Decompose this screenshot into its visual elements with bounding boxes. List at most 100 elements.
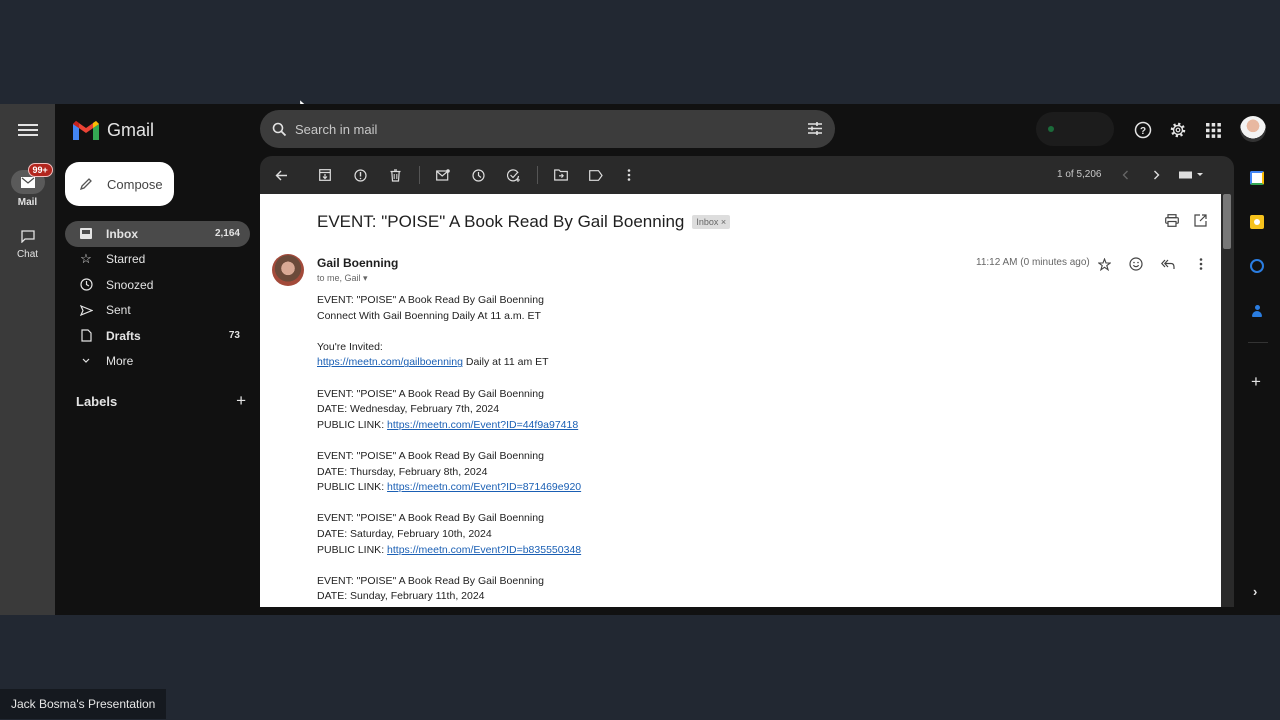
recipients-dropdown-icon[interactable]: ▾ <box>363 273 368 283</box>
event-block: EVENT: "POISE" A Book Read By Gail Boenn… <box>317 449 581 496</box>
event-block: EVENT: "POISE" A Book Read By Gail Boenn… <box>317 574 581 605</box>
expand-side-panel-icon[interactable]: › <box>1253 584 1257 599</box>
labels-section: Labels + <box>76 392 246 409</box>
gmail-logo[interactable]: Gmail <box>73 120 154 141</box>
add-label-icon[interactable]: + <box>236 392 246 409</box>
nav-label-more: More <box>106 354 134 369</box>
send-icon <box>79 304 93 316</box>
open-in-new-window-icon[interactable] <box>1194 214 1207 232</box>
rail-label-mail: Mail <box>17 197 38 208</box>
clock-icon <box>79 278 93 291</box>
mark-unread-icon[interactable] <box>435 167 451 183</box>
older-chevron-right-icon[interactable] <box>1148 167 1164 183</box>
compose-button[interactable]: Compose <box>65 162 174 206</box>
public-link-label: PUBLIC LINK: <box>317 418 388 431</box>
intro-paragraph: EVENT: "POISE" A Book Read By Gail Boenn… <box>317 293 581 324</box>
label-tag-icon[interactable] <box>588 167 604 183</box>
more-vert-icon[interactable] <box>621 167 637 183</box>
contacts-icon[interactable] <box>1250 304 1264 318</box>
search-options-icon[interactable] <box>807 121 823 136</box>
unread-badge: 99+ <box>27 163 53 177</box>
event-title: EVENT: "POISE" A Book Read By Gail Boenn… <box>317 449 544 462</box>
compose-label: Compose <box>107 176 163 192</box>
status-indicator[interactable] <box>1036 112 1114 146</box>
move-to-folder-icon[interactable] <box>553 167 569 183</box>
calendar-icon[interactable] <box>1250 171 1264 185</box>
get-addons-plus-icon[interactable]: + <box>1251 372 1261 392</box>
presentation-caption: Jack Bosma's Presentation <box>0 689 167 719</box>
newer-chevron-left-icon[interactable] <box>1117 167 1133 183</box>
app-name: Gmail <box>107 120 155 140</box>
message-view: EVENT: "POISE" A Book Read By Gail Boenn… <box>260 194 1221 607</box>
event-date: DATE: Saturday, February 10th, 2024 <box>317 527 492 540</box>
inbox-icon <box>80 228 92 240</box>
toolbar-divider <box>537 166 538 184</box>
drafts-count: 73 <box>228 330 240 342</box>
event-title: EVENT: "POISE" A Book Read By Gail Boenn… <box>317 574 544 587</box>
star-icon[interactable] <box>1096 256 1112 272</box>
reply-all-icon[interactable] <box>1160 256 1176 272</box>
snooze-clock-icon[interactable] <box>470 167 486 183</box>
inbox-label-chip[interactable]: Inbox × <box>692 215 731 229</box>
pencil-icon <box>79 178 92 191</box>
emoji-reaction-icon[interactable] <box>1128 256 1144 272</box>
message-toolbar: 1 of 5,206 <box>260 156 1234 194</box>
hamburger-menu-icon[interactable] <box>18 122 38 138</box>
event-date: DATE: Thursday, February 8th, 2024 <box>317 465 488 478</box>
side-apps-panel: + › <box>1243 104 1280 615</box>
folder-list: Inbox 2,164 ☆ Starred Snoozed Sent Draft… <box>65 221 250 374</box>
public-event-link[interactable]: https://meetn.com/Event?ID=871469e920 <box>387 481 581 493</box>
input-tools-keyboard-icon[interactable] <box>1177 167 1207 183</box>
intro-line: Connect With Gail Boenning Daily At 11 a… <box>317 309 541 322</box>
tasks-icon[interactable] <box>1250 259 1264 273</box>
mail-icon <box>20 176 35 188</box>
nav-item-snoozed[interactable]: Snoozed <box>65 272 250 298</box>
public-event-link[interactable]: https://meetn.com/Event?ID=b835550348 <box>387 544 581 556</box>
add-to-tasks-icon[interactable] <box>506 167 522 183</box>
labels-heading: Labels <box>76 394 118 409</box>
rail-label-chat: Chat <box>16 249 39 260</box>
nav-label-inbox: Inbox <box>106 226 138 241</box>
message-body: EVENT: "POISE" A Book Read By Gail Boenn… <box>317 293 581 607</box>
invite-link[interactable]: https://meetn.com/gailboenning <box>317 356 463 368</box>
nav-item-starred[interactable]: ☆ Starred <box>65 247 250 273</box>
sender-name[interactable]: Gail Boenning <box>317 256 398 270</box>
event-block: EVENT: "POISE" A Book Read By Gail Boenn… <box>317 511 581 558</box>
event-title: EVENT: "POISE" A Book Read By Gail Boenn… <box>317 512 544 525</box>
event-title: EVENT: "POISE" A Book Read By Gail Boenn… <box>317 387 544 400</box>
subject-text: EVENT: "POISE" A Book Read By Gail Boenn… <box>317 212 685 231</box>
nav-label-sent: Sent <box>106 303 131 318</box>
inbox-count: 2,164 <box>214 228 240 240</box>
rail-item-mail[interactable]: 99+ Mail <box>0 163 55 208</box>
pagination-count: 1 of 5,206 <box>1057 169 1102 180</box>
archive-icon[interactable] <box>317 167 333 183</box>
star-icon: ☆ <box>80 251 92 267</box>
search-icon <box>272 122 287 136</box>
chevron-down-icon <box>82 358 90 364</box>
sender-avatar[interactable] <box>272 254 304 286</box>
search-input[interactable]: Search in mail <box>295 122 377 137</box>
recipients-line[interactable]: to me, Gail ▾ <box>317 273 368 284</box>
nav-item-inbox[interactable]: Inbox 2,164 <box>65 221 250 247</box>
back-arrow-icon[interactable] <box>273 167 289 183</box>
report-spam-icon[interactable] <box>352 167 368 183</box>
public-event-link[interactable]: https://meetn.com/Event?ID=44f9a97418 <box>387 419 578 431</box>
rail-item-chat[interactable]: Chat <box>0 224 55 260</box>
nav-item-drafts[interactable]: Drafts 73 <box>65 323 250 349</box>
nav-item-sent[interactable]: Sent <box>65 298 250 324</box>
public-link-label: PUBLIC LINK: <box>317 543 388 556</box>
nav-label-starred: Starred <box>106 252 146 267</box>
message-panel: 1 of 5,206 EVENT: "POISE" A Book Read By… <box>260 156 1234 607</box>
nav-item-more[interactable]: More <box>65 349 250 375</box>
keep-icon[interactable] <box>1250 215 1264 229</box>
chat-icon <box>20 229 35 243</box>
vertical-scrollbar[interactable] <box>1223 194 1231 249</box>
apps-grid-icon[interactable] <box>1203 120 1223 140</box>
settings-gear-icon[interactable] <box>1168 120 1188 140</box>
search-bar[interactable]: Search in mail <box>260 110 835 148</box>
help-icon[interactable]: ? <box>1133 120 1153 140</box>
event-block: EVENT: "POISE" A Book Read By Gail Boenn… <box>317 387 581 434</box>
print-icon[interactable] <box>1165 214 1179 232</box>
delete-trash-icon[interactable] <box>387 167 403 183</box>
message-more-icon[interactable] <box>1193 256 1209 272</box>
